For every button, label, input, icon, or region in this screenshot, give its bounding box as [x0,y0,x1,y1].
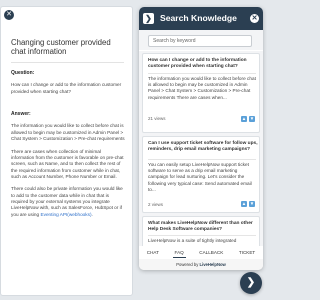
chat-launcher-button[interactable]: ❯ [240,272,262,294]
powered-by-label: Powered by [176,262,199,267]
tab-callback[interactable]: CALLBACK [197,248,225,257]
thumbs-down-icon[interactable]: ▼ [249,201,255,207]
answer-paragraph-2: There are cases when collection of minim… [11,148,124,179]
article-header: ✕ [1,7,132,20]
divider [11,62,124,63]
search-bar [139,30,263,50]
thumbs-up-icon[interactable]: ▲ [241,201,247,207]
result-question[interactable]: What makes LiveHelpNow different than ot… [148,221,258,234]
article-panel: ✕ Changing customer provided chat inform… [0,6,133,296]
brand-logo[interactable]: LiveHelpNow [200,262,226,267]
tab-ticket[interactable]: TICKET [237,248,257,257]
result-card[interactable]: How can I change or add to the informati… [142,53,260,133]
question-text: How can I change or add to the informati… [11,82,122,94]
divider [148,235,256,236]
result-answer: The information you would like to collec… [148,76,256,100]
article-body: Question: How can I change or add to the… [11,70,125,224]
widget-header: ❯ Search Knowledge ✕ [139,7,263,30]
result-question[interactable]: Can I use support ticket software for fo… [148,141,258,154]
result-views: 21 views [148,116,166,121]
answer-paragraph-1: The information you would like to collec… [11,123,125,142]
result-question[interactable]: How can I change or add to the informati… [148,58,258,71]
widget-tabs: CHAT FAQ CALLBACK TICKET [139,246,263,259]
knowledge-widget: ❯ Search Knowledge ✕ How can I change or… [139,7,263,270]
answer-label: Answer: [11,111,31,118]
eventing-api-link[interactable]: Eventing API(webhooks) [40,212,91,217]
answer-paragraph-3-suffix: . [91,211,93,217]
widget-title: Search Knowledge [160,13,237,23]
article-title: Changing customer provided chat informat… [11,38,111,56]
close-icon[interactable]: ✕ [250,14,259,23]
result-views: 2 views [148,202,164,207]
search-input[interactable] [148,35,252,47]
close-icon[interactable]: ✕ [4,10,14,20]
result-card[interactable]: What makes LiveHelpNow different than ot… [142,216,260,246]
question-label: Question: [11,70,35,76]
tab-chat[interactable]: CHAT [145,248,161,257]
tab-faq[interactable]: FAQ [172,248,186,258]
thumbs-down-icon[interactable]: ▼ [249,116,255,122]
divider [148,159,256,160]
results-list[interactable]: How can I change or add to the informati… [139,51,263,246]
logo-icon: ❯ [143,13,154,24]
result-card[interactable]: Can I use support ticket software for fo… [142,136,260,213]
answer-paragraph-3: There could also be private information … [11,186,125,217]
result-answer: You can easily setup LiveHelpNow support… [148,162,252,192]
result-answer: LiveHelpNow is a suite of tightly integr… [148,238,237,243]
powered-by: Powered by LiveHelpNow [139,259,263,270]
launcher-icon: ❯ [246,277,256,288]
divider [148,73,256,74]
thumbs-up-icon[interactable]: ▲ [241,116,247,122]
